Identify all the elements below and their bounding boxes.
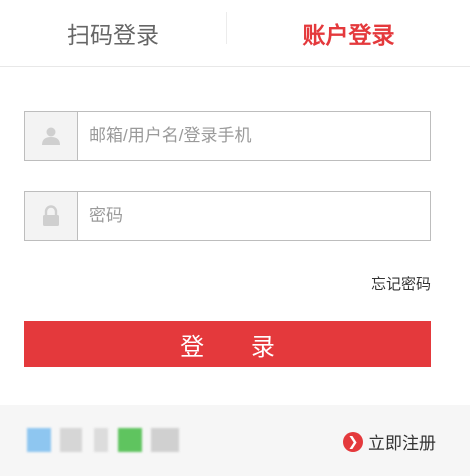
register-link[interactable]: ❯ 立即注册 (343, 429, 436, 454)
password-field (24, 191, 431, 241)
login-button[interactable]: 登 录 (24, 321, 431, 367)
tab-qr-login[interactable]: 扫码登录 (0, 0, 226, 66)
username-field (24, 111, 431, 161)
blurred-icon[interactable] (27, 428, 51, 452)
password-input[interactable] (89, 192, 419, 240)
tab-account-login[interactable]: 账户登录 (227, 0, 470, 66)
forgot-password-link[interactable]: 忘记密码 (371, 273, 431, 294)
lock-icon (25, 192, 78, 240)
chevron-right-icon: ❯ (343, 431, 363, 452)
blurred-label (151, 428, 179, 452)
blurred-separator (94, 428, 108, 452)
blurred-icon[interactable] (118, 428, 142, 452)
blurred-label (60, 428, 82, 452)
register-label: 立即注册 (368, 434, 436, 453)
user-icon (25, 112, 78, 160)
login-tabs: 扫码登录 账户登录 (0, 0, 470, 67)
username-input[interactable] (89, 112, 419, 160)
